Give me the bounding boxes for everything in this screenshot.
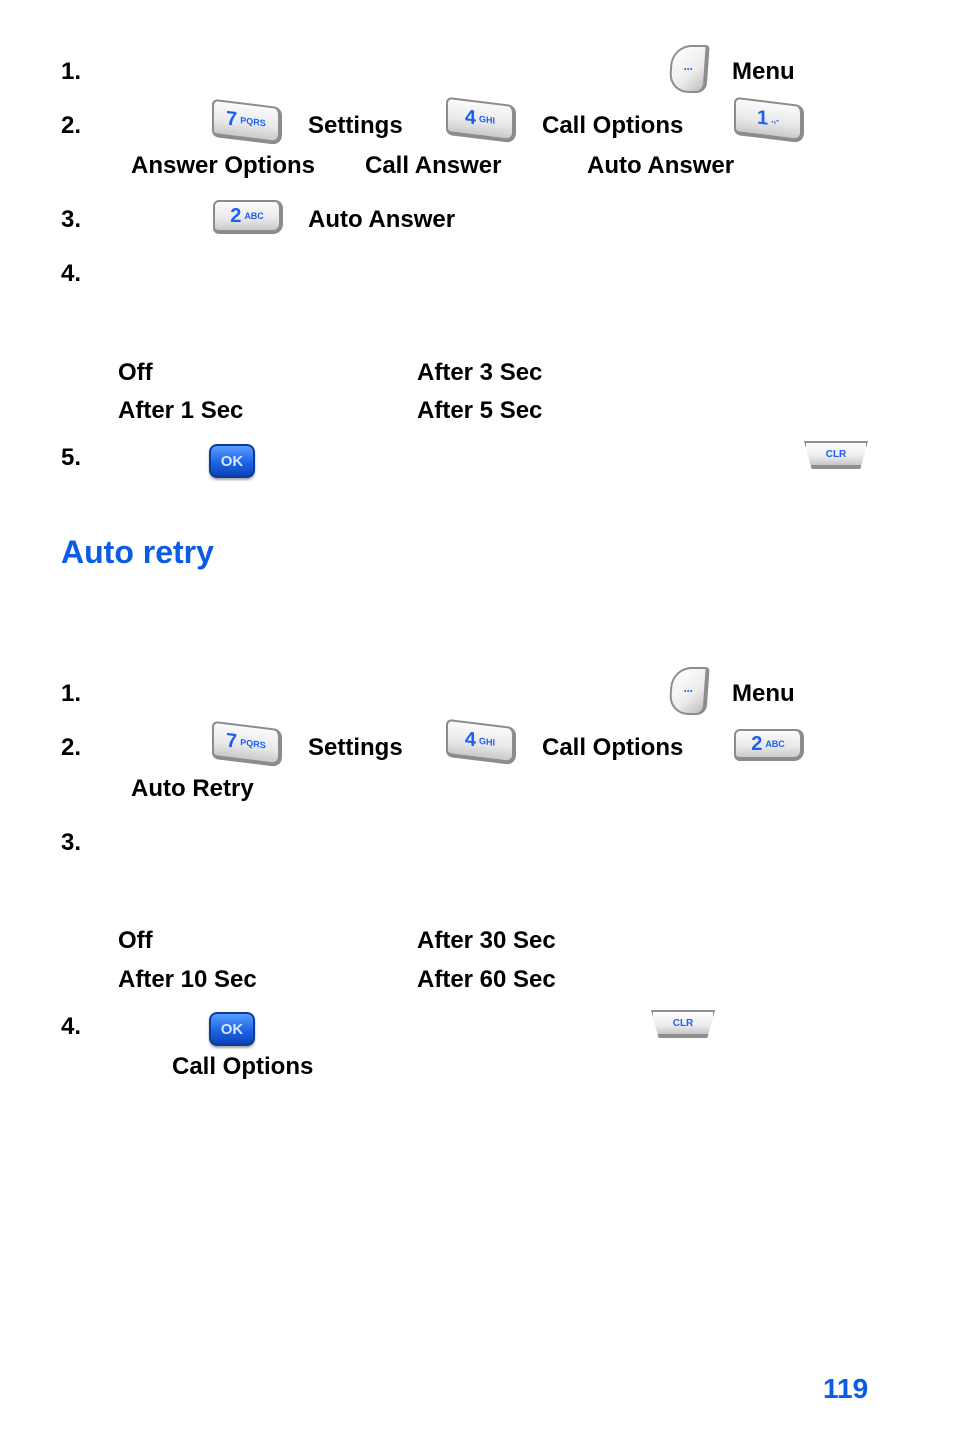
step-number: 2. (61, 112, 82, 139)
option-after-1-sec: After 1 Sec (118, 397, 244, 424)
auto-retry-label: Auto Retry (131, 775, 254, 802)
key-digit: 7 (226, 107, 238, 131)
step-number: 5. (61, 444, 82, 471)
key-digit: 4 (464, 106, 477, 130)
ok-key-label: OK (220, 452, 244, 470)
ok-key-label: OK (220, 1020, 244, 1038)
key-letters: PQRS (240, 115, 266, 129)
clr-key-icon: CLR (804, 441, 868, 469)
key-digit: 2 (230, 205, 242, 227)
clr-key-label: CLR (825, 448, 847, 460)
option-after-5-sec: After 5 Sec (417, 397, 543, 424)
step-number: 1. (61, 680, 82, 707)
key-2-icon: 2 ABC (734, 729, 804, 761)
answer-options-label: Answer Options (131, 152, 316, 179)
step-number: 1. (61, 58, 82, 85)
option-after-60-sec: After 60 Sec (417, 966, 556, 993)
option-after-30-sec: After 30 Sec (417, 927, 556, 954)
option-after-3-sec: After 3 Sec (417, 359, 543, 386)
page-number: 119 (823, 1373, 869, 1404)
key-2-icon: 2 ABC (213, 200, 283, 234)
option-after-10-sec: After 10 Sec (118, 966, 257, 993)
option-off: Off (118, 927, 153, 954)
clr-key-label: CLR (672, 1017, 694, 1029)
key-letters: GHI (479, 735, 496, 748)
step-number: 4. (61, 1013, 82, 1040)
section-heading: Auto retry (61, 534, 214, 570)
key-4-icon: 4 GHI (446, 96, 516, 144)
option-off: Off (118, 359, 153, 386)
call-answer-label: Call Answer (365, 152, 502, 179)
key-digit: 7 (226, 729, 238, 753)
key-letters: ABC (244, 211, 264, 221)
key-letters: PQRS (240, 737, 266, 751)
key-digit: 4 (464, 728, 477, 752)
step-number: 2. (61, 734, 82, 761)
menu-softkey-icon: ··· (668, 45, 710, 93)
key-1-icon: 1 .,- (734, 96, 804, 144)
menu-label: Menu (732, 58, 795, 85)
step-number: 4. (61, 260, 82, 287)
ok-key-icon: OK (209, 444, 255, 478)
menu-softkey-icon: ··· (668, 667, 710, 715)
key-digit: 2 (751, 733, 763, 755)
auto-answer-label: Auto Answer (587, 152, 735, 179)
key-4-icon: 4 GHI (446, 718, 516, 766)
key-7-icon: 7 PQRS (212, 720, 282, 768)
step-number: 3. (61, 829, 82, 856)
call-options-label: Call Options (542, 734, 684, 761)
menu-label: Menu (732, 680, 795, 707)
ok-key-icon: OK (209, 1012, 255, 1046)
key-7-icon: 7 PQRS (212, 98, 282, 146)
settings-label: Settings (308, 112, 403, 139)
call-options-label: Call Options (172, 1053, 314, 1080)
key-letters: GHI (479, 113, 496, 126)
step-number: 3. (61, 206, 82, 233)
key-digit: 1 (756, 106, 769, 130)
key-letters: ABC (765, 739, 785, 749)
auto-answer-label: Auto Answer (308, 206, 456, 233)
settings-label: Settings (308, 734, 403, 761)
call-options-label: Call Options (542, 112, 684, 139)
clr-key-icon: CLR (651, 1010, 715, 1038)
key-letters: .,- (771, 114, 780, 126)
